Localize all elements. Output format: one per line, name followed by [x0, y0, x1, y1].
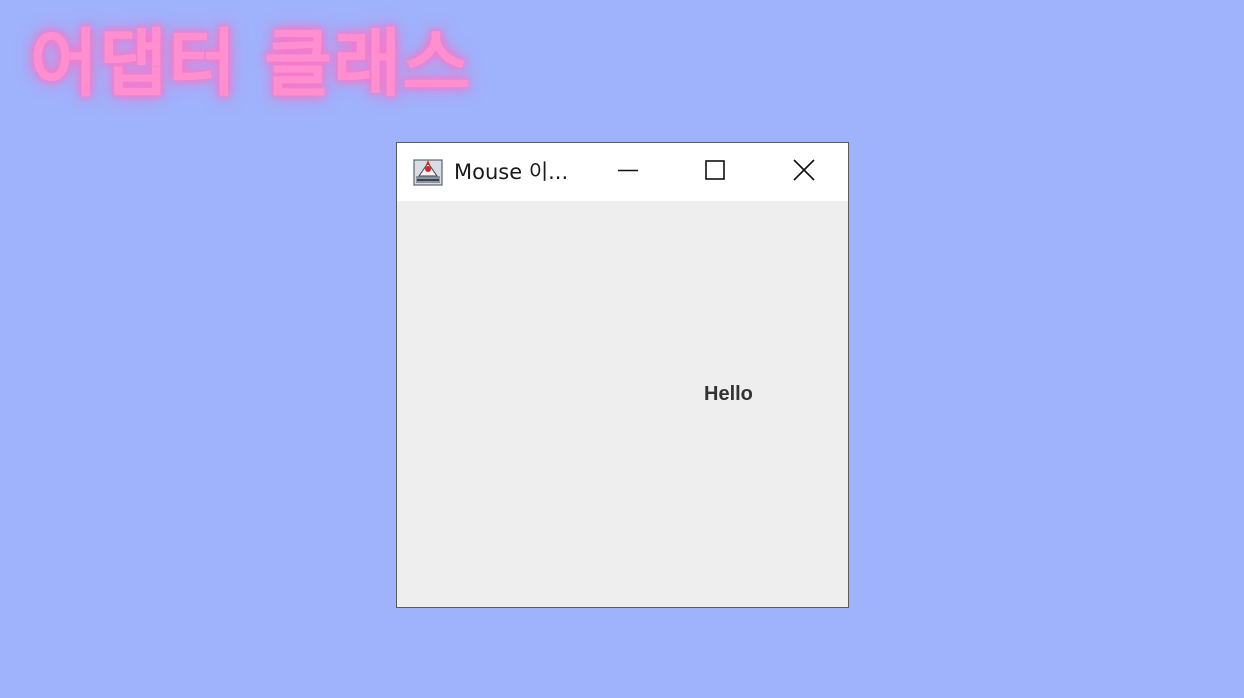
maximize-button[interactable] [672, 143, 758, 201]
window-content[interactable]: Hello [397, 201, 848, 607]
minimize-icon [617, 159, 639, 185]
maximize-icon [704, 159, 726, 185]
page-heading: 어댑터 클래스 [30, 21, 472, 107]
window-titlebar[interactable]: Mouse 이... [397, 143, 848, 201]
minimize-button[interactable] [585, 143, 671, 201]
hello-label: Hello [704, 383, 753, 405]
window-title: Mouse 이... [454, 160, 569, 184]
close-icon [792, 158, 816, 186]
close-button[interactable] [759, 143, 848, 201]
java-app-icon[interactable] [413, 157, 443, 187]
app-window: Mouse 이... Hello [396, 142, 849, 608]
